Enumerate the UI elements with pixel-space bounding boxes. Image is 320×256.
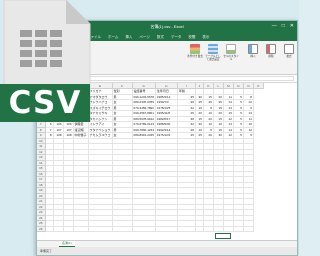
status-bar: 準備完了 [37, 247, 297, 255]
cell[interactable]: 080-8901-2345 [132, 132, 156, 139]
cell[interactable] [45, 226, 54, 232]
cell[interactable]: 090-7890-1234 [132, 127, 156, 133]
tab-home[interactable]: ホーム [108, 35, 118, 40]
insert-cells-icon [248, 44, 258, 54]
cell[interactable]: 080-2345-6789 [132, 99, 156, 106]
cell[interactable] [155, 226, 178, 232]
cell[interactable] [233, 226, 244, 232]
conditional-format-icon [190, 44, 200, 54]
cell[interactable] [73, 226, 89, 232]
delete-cells-icon [266, 44, 276, 54]
tab-insert[interactable]: 挿入 [125, 35, 132, 40]
format-cells-button[interactable]: 書式 [281, 44, 297, 58]
cell[interactable] [213, 226, 224, 232]
cell[interactable] [88, 226, 113, 232]
cell[interactable]: ワタナベショウ [88, 127, 113, 133]
cell[interactable] [177, 226, 196, 232]
tab-data[interactable]: データ [171, 35, 182, 40]
insert-cells-button[interactable]: 挿入 [245, 44, 261, 58]
close-button[interactable]: ✕ [290, 23, 294, 29]
sheet-tab-bar: 名簿(1) [37, 240, 297, 247]
cell[interactable] [132, 226, 156, 232]
table-row: 7 6 106 106 伊藤愛 イトウアイ女 070-6789-0123 1988/9/30 3… [37, 121, 263, 128]
maximize-button[interactable]: □ [282, 23, 285, 29]
format-as-table-icon [208, 44, 218, 54]
cell[interactable] [203, 226, 214, 232]
cell[interactable]: 080-5678-9012 [132, 116, 156, 122]
cell[interactable] [195, 226, 204, 232]
row-header[interactable]: 26 [37, 226, 46, 232]
cell[interactable]: ナカムラユウコ [88, 132, 113, 139]
minimize-button[interactable]: — [272, 23, 277, 29]
csv-file-icon: CSV [0, 0, 97, 123]
cell[interactable] [243, 226, 254, 232]
format-as-table-button[interactable]: テーブルとして書式設定 [205, 44, 221, 61]
cell-styles-button[interactable]: セルのスタイル [223, 44, 239, 61]
cell[interactable]: 090-1234-5678 [132, 94, 156, 100]
table-row: 9 8 108 108 中村優子 ナカムラユウコ女 080-8901-2345 1975/12… [37, 132, 263, 139]
format-cells-icon [284, 44, 294, 54]
window-title: 名簿(1).csv - Excel [150, 24, 184, 29]
table-row: 26 [37, 226, 263, 232]
cell[interactable]: 070-6789-0123 [132, 121, 156, 128]
conditional-format-button[interactable]: 条件付き書式 [187, 44, 203, 58]
cell[interactable] [53, 226, 64, 232]
table-row: 8 7 107 107 渡辺翔 ワタナベショウ男 090-7890-1234 1992/3/1… [37, 127, 263, 133]
cell[interactable]: 090-4567-8901 [132, 110, 156, 117]
cell[interactable] [223, 226, 234, 232]
cell-styles-icon [226, 44, 236, 54]
cell[interactable] [63, 226, 74, 232]
selected-cell[interactable] [215, 233, 231, 239]
status-text: 準備完了 [40, 249, 53, 253]
cell[interactable] [112, 226, 133, 232]
delete-cells-button[interactable]: 削除 [263, 44, 279, 58]
column-header[interactable]: P [253, 83, 264, 89]
tab-view[interactable]: 表示 [202, 35, 209, 40]
window-controls: — □ ✕ [272, 23, 294, 29]
cell[interactable]: 中村優子 [73, 132, 89, 139]
formula-input[interactable] [70, 76, 294, 81]
cell[interactable]: 070-3456-7890 [132, 105, 156, 111]
tab-review[interactable]: 校閲 [188, 35, 195, 40]
tab-formulas[interactable]: 数式 [157, 35, 164, 40]
screenshot-stage: 名簿(1).csv - Excel — □ ✕ ファイル ホーム 挿入 ページ … [0, 0, 299, 256]
csv-label: CSV [8, 85, 82, 121]
tab-page-layout[interactable]: ページ [139, 35, 149, 40]
